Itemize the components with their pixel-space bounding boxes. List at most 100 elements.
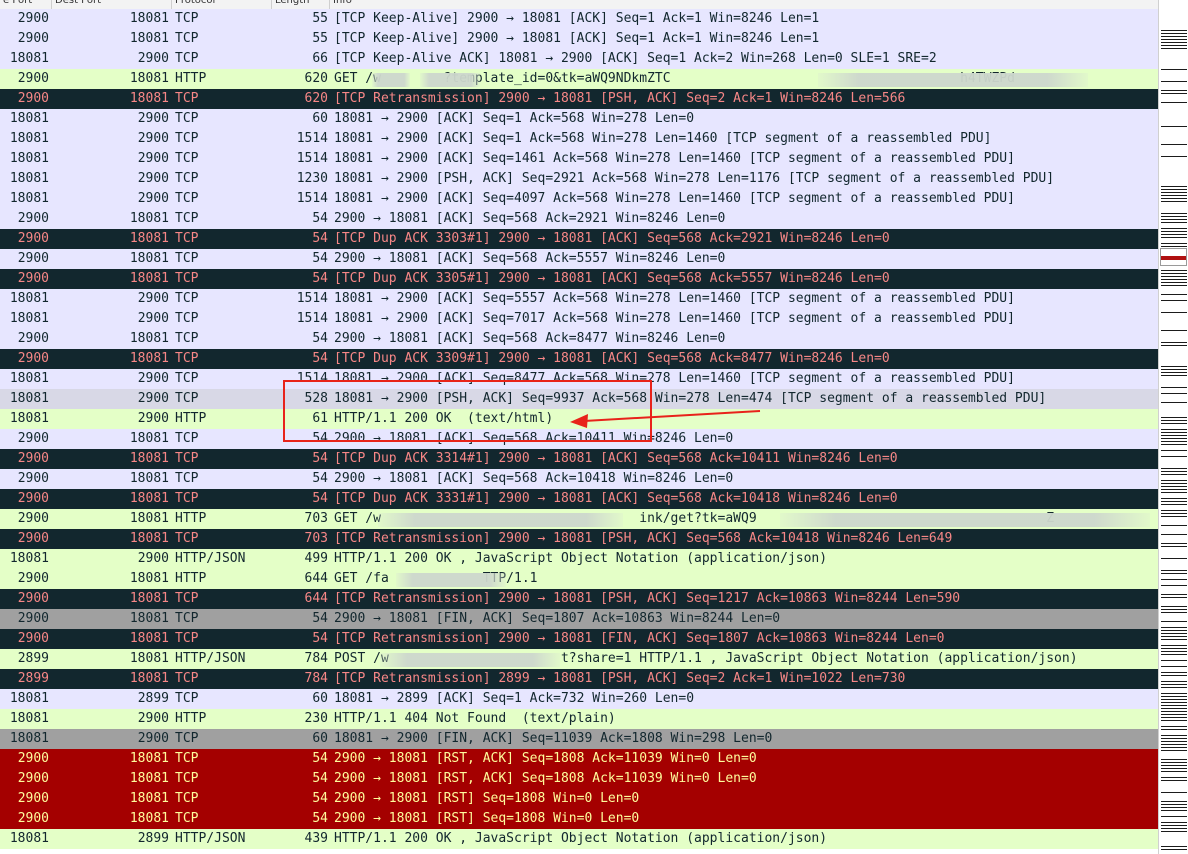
packet-row[interactable]: 2900 18081 TCP 54 [TCP Dup ACK 3314#1] 2900 …	[0, 449, 1158, 469]
packet-protocol: TCP	[175, 531, 199, 546]
packet-row[interactable]: 18081 2899 HTTP/JSON 439 HTTP/1.1 200 OK , J…	[0, 829, 1158, 849]
packet-row[interactable]: 18081 2900 TCP 1230 18081 → 2900 [PSH, ACK] …	[0, 169, 1158, 189]
packet-row[interactable]: 2900 18081 TCP 55 [TCP Keep-Alive] 2900 → 18…	[0, 29, 1158, 49]
packet-row[interactable]: 2900 18081 TCP 54 [TCP Retransmission] 2900 …	[0, 629, 1158, 649]
packet-row[interactable]: 18081 2900 TCP 1514 18081 → 2900 [ACK] Seq=5…	[0, 289, 1158, 309]
packet-row[interactable]: 2900 18081 TCP 54 [TCP Dup ACK 3331#1] 2900 …	[0, 489, 1158, 509]
minimap-mark	[1161, 417, 1187, 418]
minimap-mark	[1161, 777, 1187, 778]
packet-row[interactable]: 2899 18081 TCP 784 [TCP Retransmission] 2899…	[0, 669, 1158, 689]
minimap-mark	[1161, 222, 1187, 223]
minimap-mark	[1161, 735, 1187, 736]
packet-dst-port: 18081	[129, 571, 169, 586]
packet-src-port: 2900	[17, 351, 49, 366]
minimap-mark	[1161, 36, 1187, 37]
packet-row[interactable]: 2900 18081 TCP 54 2900 → 18081 [RST, ACK] Se…	[0, 749, 1158, 769]
packet-protocol: TCP	[175, 111, 199, 126]
minimap-mark	[1161, 726, 1187, 727]
minimap-mark	[1161, 846, 1187, 847]
packet-row[interactable]: 2900 18081 TCP 54 2900 → 18081 [RST, ACK] Se…	[0, 769, 1158, 789]
minimap-mark	[1161, 627, 1187, 628]
packet-src-port: 18081	[9, 371, 49, 386]
col-dst-port[interactable]: Dest Port	[52, 0, 172, 9]
packet-dst-port: 18081	[129, 231, 169, 246]
col-info[interactable]: Info	[330, 0, 1158, 9]
packet-row[interactable]: 2900 18081 TCP 54 2900 → 18081 [RST] Seq=180…	[0, 789, 1158, 809]
minimap-mark	[1161, 621, 1187, 622]
packet-length: 620	[304, 91, 328, 106]
packet-dst-port: 2900	[137, 731, 169, 746]
minimap-mark	[1161, 681, 1187, 682]
packet-protocol: HTTP	[175, 511, 207, 526]
packet-row[interactable]: 18081 2900 HTTP/JSON 499 HTTP/1.1 200 OK , J…	[0, 549, 1158, 569]
packet-row[interactable]: 2900 18081 TCP 54 2900 → 18081 [ACK] Seq=568…	[0, 249, 1158, 269]
packet-row[interactable]: 18081 2900 TCP 66 [TCP Keep-Alive ACK] 18081…	[0, 49, 1158, 69]
packet-row[interactable]: 2900 18081 HTTP 644 GET /fa TTP/1.1	[0, 569, 1158, 589]
packet-row[interactable]: 2900 18081 TCP 54 [TCP Dup ACK 3303#1] 2900 …	[0, 229, 1158, 249]
minimap-mark	[1161, 849, 1187, 850]
packet-row[interactable]: 2900 18081 TCP 54 2900 → 18081 [RST] Seq=180…	[0, 809, 1158, 829]
packet-row[interactable]: 2900 18081 TCP 54 2900 → 18081 [FIN, ACK] Se…	[0, 609, 1158, 629]
packet-info: [TCP Keep-Alive ACK] 18081 → 2900 [ACK] …	[334, 51, 937, 66]
minimap-mark	[1161, 231, 1187, 232]
packet-row[interactable]: 2900 18081 TCP 54 2900 → 18081 [ACK] Seq=568…	[0, 469, 1158, 489]
packet-src-port: 2900	[17, 511, 49, 526]
packet-row[interactable]: 2900 18081 TCP 54 2900 → 18081 [ACK] Seq=568…	[0, 209, 1158, 229]
packet-length: 54	[312, 791, 328, 806]
packet-row[interactable]: 18081 2900 TCP 1514 18081 → 2900 [ACK] Seq=4…	[0, 189, 1158, 209]
packet-protocol: TCP	[175, 471, 199, 486]
scrollbar-thumb[interactable]	[1160, 248, 1187, 266]
minimap-mark	[1161, 420, 1187, 421]
minimap-mark	[1161, 714, 1187, 715]
packet-src-port: 2900	[17, 531, 49, 546]
packet-protocol: TCP	[175, 631, 199, 646]
packet-row[interactable]: 18081 2900 TCP 1514 18081 → 2900 [ACK] Seq=1…	[0, 149, 1158, 169]
minimap-mark	[1161, 375, 1187, 376]
packet-length: 784	[304, 651, 328, 666]
minimap-mark	[1161, 423, 1187, 424]
packet-info: 2900 → 18081 [RST] Seq=1808 Win=0 Len=0	[334, 811, 640, 826]
packet-protocol: TCP	[175, 11, 199, 26]
packet-dst-port: 18081	[129, 351, 169, 366]
minimap-mark	[1161, 792, 1187, 793]
minimap-mark	[1161, 48, 1187, 49]
packet-dst-port: 18081	[129, 611, 169, 626]
packet-src-port: 18081	[9, 191, 49, 206]
minimap-mark	[1161, 300, 1187, 301]
col-src-port[interactable]: e Port	[0, 0, 52, 9]
minimap-mark	[1161, 684, 1187, 685]
packet-row[interactable]: 18081 2899 TCP 60 18081 → 2899 [ACK] Seq=1 A…	[0, 689, 1158, 709]
packet-row[interactable]: 2900 18081 TCP 54 [TCP Dup ACK 3309#1] 2900 …	[0, 349, 1158, 369]
packet-row[interactable]: 2900 18081 TCP 620 [TCP Retransmission] 2900…	[0, 89, 1158, 109]
minimap-mark	[1161, 807, 1187, 808]
packet-src-port: 18081	[9, 111, 49, 126]
packet-row[interactable]: 2900 18081 TCP 54 [TCP Dup ACK 3305#1] 2900 …	[0, 269, 1158, 289]
packet-row[interactable]: 18081 2900 TCP 60 18081 → 2900 [FIN, ACK] Se…	[0, 729, 1158, 749]
packet-row[interactable]: 2900 18081 TCP 703 [TCP Retransmission] 2900…	[0, 529, 1158, 549]
packet-info: [TCP Retransmission] 2900 → 18081 [PSH, …	[334, 531, 953, 546]
packet-length: 644	[304, 591, 328, 606]
packet-minimap-scrollbar[interactable]	[1158, 0, 1188, 854]
packet-row[interactable]: 18081 2900 TCP 1514 18081 → 2900 [ACK] Seq=7…	[0, 309, 1158, 329]
packet-row[interactable]: 18081 2900 TCP 60 18081 → 2900 [ACK] Seq=1 A…	[0, 109, 1158, 129]
packet-length: 55	[312, 11, 328, 26]
packet-row[interactable]: 2900 18081 TCP 54 2900 → 18081 [ACK] Seq=568…	[0, 329, 1158, 349]
packet-info: HTTP/1.1 404 Not Found (text/plain)	[334, 711, 616, 726]
minimap-mark	[1161, 366, 1187, 367]
minimap-mark	[1161, 438, 1187, 439]
col-length[interactable]: Length	[272, 0, 330, 9]
packet-row[interactable]: 2900 18081 TCP 644 [TCP Retransmission] 2900…	[0, 589, 1158, 609]
packet-protocol: TCP	[175, 431, 199, 446]
minimap-mark	[1161, 186, 1187, 187]
minimap-mark	[1161, 579, 1187, 580]
minimap-mark	[1161, 672, 1187, 673]
packet-row[interactable]: 2900 18081 TCP 55 [TCP Keep-Alive] 2900 → 18…	[0, 9, 1158, 29]
packet-protocol: TCP	[175, 291, 199, 306]
minimap-mark	[1161, 474, 1187, 475]
packet-row[interactable]: 18081 2900 HTTP 230 HTTP/1.1 404 Not Found (…	[0, 709, 1158, 729]
packet-row[interactable]: 18081 2900 TCP 1514 18081 → 2900 [ACK] Seq=1…	[0, 129, 1158, 149]
col-protocol[interactable]: Protocol	[172, 0, 272, 9]
packet-length: 439	[304, 831, 328, 846]
packet-row[interactable]: 2899 18081 HTTP/JSON 784 POST /w t?share=1 H…	[0, 649, 1158, 669]
packet-info: 18081 → 2900 [ACK] Seq=1461 Ack=568 Win=…	[334, 151, 1015, 166]
